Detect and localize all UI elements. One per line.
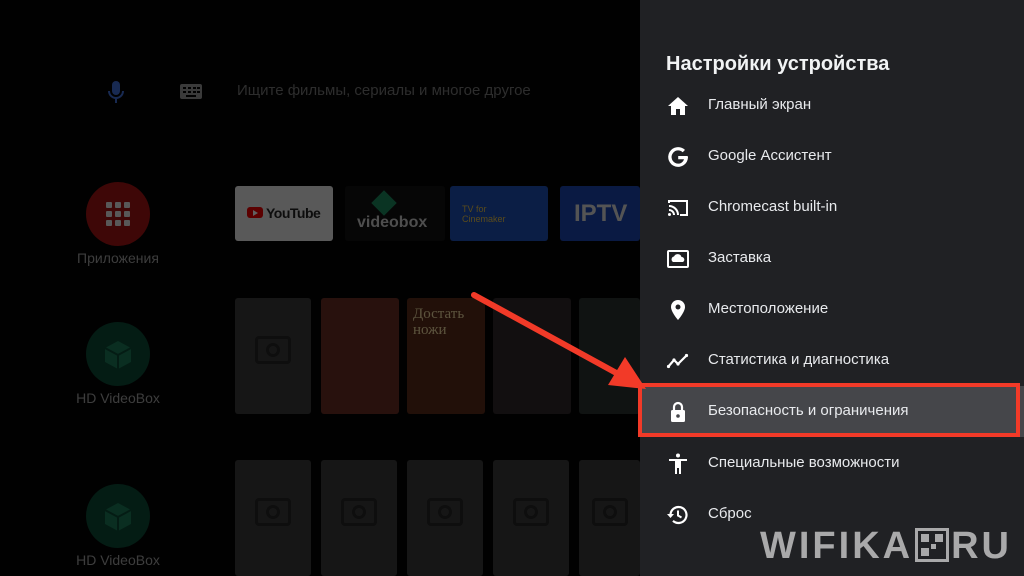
device-settings-panel: Настройки устройства Главный экран Googl…: [640, 0, 1024, 576]
page-title: Настройки устройства: [666, 53, 890, 75]
placeholder-tile[interactable]: [407, 460, 483, 576]
qr-code-icon: [915, 528, 950, 562]
youtube-tile[interactable]: YouTube: [235, 186, 333, 241]
videobox-icon: [86, 484, 150, 548]
iptv-tile[interactable]: IPTV: [560, 186, 640, 241]
cast-icon: [668, 200, 688, 216]
youtube-play-icon: [247, 207, 263, 218]
highlight-box: [638, 383, 1020, 437]
settings-item-accessibility[interactable]: Специальные возможности: [640, 438, 1024, 489]
placeholder-tile[interactable]: [493, 460, 569, 576]
camera-icon: [427, 498, 463, 526]
google-icon: [668, 147, 688, 167]
camera-icon: [513, 498, 549, 526]
camera-icon: [341, 498, 377, 526]
accessibility-icon: [669, 453, 687, 474]
settings-item-usage-diagnostics[interactable]: Статистика и диагностика: [640, 335, 1024, 386]
keyboard-icon[interactable]: [180, 84, 202, 99]
videobox-tile[interactable]: videobox: [345, 186, 445, 241]
movie-poster[interactable]: [493, 298, 571, 414]
settings-item-screensaver[interactable]: Заставка: [640, 233, 1024, 284]
videobox-icon: [86, 322, 150, 386]
apps-shortcut[interactable]: Приложения: [70, 182, 166, 266]
camera-icon: [255, 498, 291, 526]
watermark: WIFIKA RU: [760, 525, 1012, 567]
settings-item-google-assistant[interactable]: Google Ассистент: [640, 131, 1024, 182]
apps-grid-icon: [86, 182, 150, 246]
camera-icon: [255, 336, 291, 364]
reset-icon: [667, 505, 688, 525]
settings-item-home-screen[interactable]: Главный экран: [640, 80, 1024, 131]
videobox-shortcut-2[interactable]: HD VideoBox: [70, 484, 166, 568]
placeholder-tile[interactable]: [321, 460, 397, 576]
search-input[interactable]: Ищите фильмы, сериалы и многое другое: [237, 82, 531, 99]
movie-poster[interactable]: Достать ножи: [407, 298, 485, 414]
movie-poster[interactable]: [579, 298, 640, 414]
screensaver-icon: [667, 250, 689, 268]
placeholder-tile[interactable]: [235, 298, 311, 414]
home-icon: [668, 97, 688, 115]
videobox-label: HD VideoBox: [76, 552, 160, 568]
settings-item-location[interactable]: Местоположение: [640, 284, 1024, 335]
microphone-icon[interactable]: [106, 80, 126, 104]
movie-poster[interactable]: [321, 298, 399, 414]
tv-app-tile[interactable]: TV for Cinemaker: [450, 186, 548, 241]
stats-icon: [666, 353, 689, 369]
placeholder-tile[interactable]: [579, 460, 640, 576]
videobox-label: HD VideoBox: [76, 390, 160, 406]
placeholder-tile[interactable]: [235, 460, 311, 576]
settings-item-chromecast[interactable]: Chromecast built-in: [640, 182, 1024, 233]
videobox-shortcut-1[interactable]: HD VideoBox: [70, 322, 166, 406]
videobox-logo-icon: [371, 190, 397, 216]
camera-icon: [591, 498, 628, 526]
apps-label: Приложения: [77, 250, 159, 266]
location-pin-icon: [671, 300, 685, 320]
launcher-background: Ищите фильмы, сериалы и многое другое Пр…: [0, 0, 640, 576]
